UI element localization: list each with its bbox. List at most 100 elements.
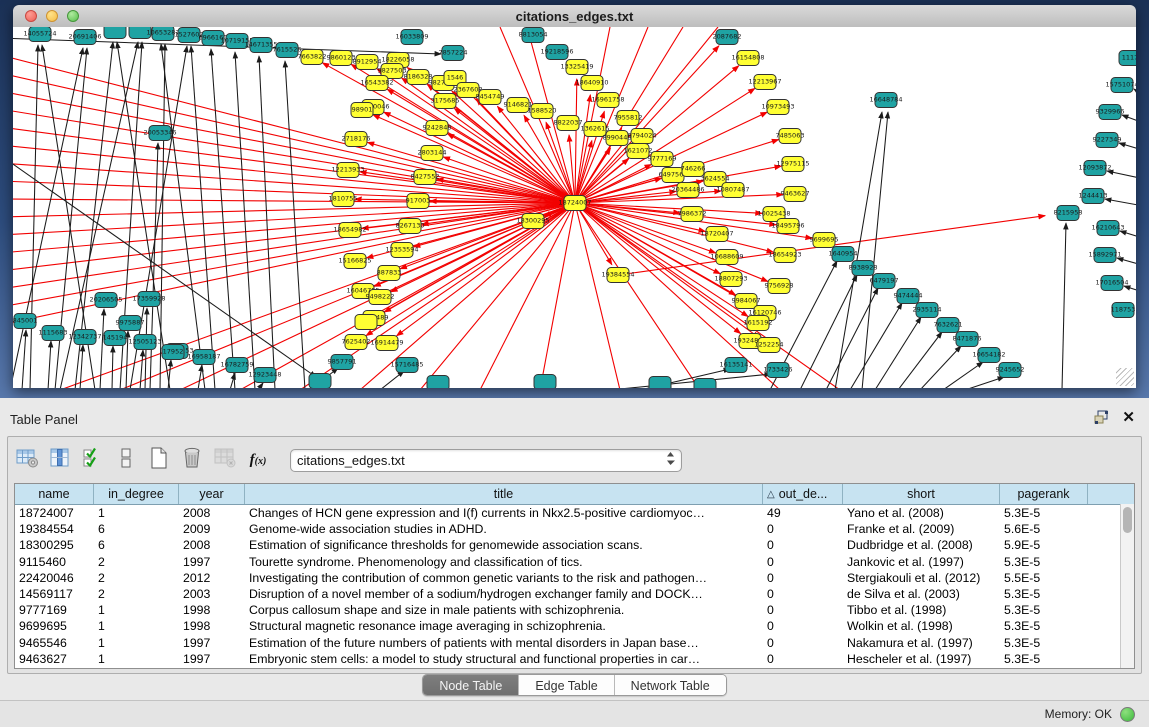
table-mode-button[interactable] [12, 445, 42, 475]
table-cell: 5.3E-5 [1000, 555, 1088, 569]
table-row[interactable]: 946362711997Embryonic stem cells: a mode… [15, 651, 1134, 667]
table-row[interactable]: 911546021997Tourette syndrome. Phenomeno… [15, 554, 1134, 570]
table-cell: Wolkin et al. (1998) [843, 619, 1000, 633]
network-node-label: 9827503 [378, 67, 407, 75]
column-header-in_degree[interactable]: in_degree [94, 484, 179, 504]
network-node-label: 1621072 [624, 147, 653, 155]
network-node-label: 6794024 [628, 132, 657, 140]
black-edge [258, 383, 263, 388]
black-edge [1105, 199, 1136, 207]
sort-ascending-icon: △ [767, 489, 775, 500]
memory-status-icon [1120, 707, 1135, 722]
table-cell: Yano et al. (2008) [843, 506, 1000, 520]
table-panel-body: f(x) citations_edges.txt namein_degreeye… [7, 436, 1142, 674]
network-node-label: 16154808 [731, 54, 764, 62]
network-node-label: 19218596 [540, 48, 573, 56]
network-node-label: 18226058 [381, 56, 414, 64]
table-cell: 5.3E-5 [1000, 636, 1088, 650]
delete-table-button[interactable] [210, 445, 240, 475]
network-node-label: 3624554 [701, 175, 730, 183]
table-cell: 22420046 [15, 571, 94, 585]
network-node[interactable] [104, 27, 126, 39]
float-panel-icon[interactable] [1094, 410, 1109, 429]
tab-node-table[interactable]: Node Table [423, 675, 519, 696]
black-edge [112, 346, 113, 388]
table-row[interactable]: 969969511998Structural magnetic resonanc… [15, 618, 1134, 634]
network-node[interactable] [534, 375, 556, 389]
table-cell: 0 [763, 652, 843, 666]
table-cell: 2008 [179, 506, 245, 520]
delete-columns-button[interactable] [177, 445, 207, 475]
network-node-label: 12213967 [748, 78, 781, 86]
network-window-title: citations_edges.txt [13, 9, 1136, 24]
network-node-label: 9975887 [116, 319, 145, 327]
table-row[interactable]: 946554611997Estimation of the future num… [15, 635, 1134, 651]
table-tabs: Node TableEdge TableNetwork Table [0, 674, 1149, 696]
table-row[interactable]: 1456911722003Disruption of a novel membe… [15, 586, 1134, 602]
table-scrollbar-thumb[interactable] [1123, 507, 1132, 533]
column-header-title[interactable]: title [245, 484, 763, 504]
table-cell: 2 [94, 587, 179, 601]
table-scrollbar[interactable] [1120, 504, 1134, 668]
column-header-year[interactable]: year [179, 484, 245, 504]
window-resize-grip[interactable] [1116, 368, 1134, 386]
network-node-label: 887833 [377, 269, 402, 277]
create-column-button[interactable] [144, 445, 174, 475]
network-node-label: 2803144 [418, 149, 447, 157]
table-selector-value: citations_edges.txt [297, 453, 666, 468]
cytoscape-desktop: citations_edges.txt 14055724206914061065… [0, 0, 1149, 398]
table-cell: 1997 [179, 555, 245, 569]
table-row[interactable]: 1872400712008Changes of HCN gene express… [15, 505, 1134, 521]
network-node-label: 17016504 [1095, 279, 1128, 287]
table-row[interactable]: 2242004622012Investigating the contribut… [15, 570, 1134, 586]
table-cell: 1 [94, 603, 179, 617]
column-header-out_de[interactable]: △out_de... [763, 484, 843, 504]
table-cell: 9699695 [15, 619, 94, 633]
black-edge [13, 155, 316, 377]
network-node-label: 20053346 [143, 129, 176, 137]
network-node-label: 10973493 [761, 103, 794, 111]
table-cell: Franke et al. (2009) [843, 522, 1000, 536]
table-cell: Jankovic et al. (1997) [843, 555, 1000, 569]
network-window-titlebar[interactable]: citations_edges.txt [13, 5, 1136, 28]
table-row[interactable]: 977716911998Corpus callosum shape and si… [15, 602, 1134, 618]
network-node-label: 9242848 [423, 124, 452, 132]
select-all-columns-button[interactable] [78, 445, 108, 475]
network-node-label: 7955812 [614, 114, 643, 122]
network-node-label: 8471876 [953, 335, 982, 343]
table-panel-header: Table Panel ✕ [0, 398, 1149, 432]
tab-network-table[interactable]: Network Table [615, 675, 726, 696]
network-canvas[interactable]: 1405572420691406106532871527602696616010… [13, 27, 1136, 388]
column-header-name[interactable]: name [15, 484, 94, 504]
column-header-short[interactable]: short [843, 484, 1000, 504]
network-node-label: 845001 [13, 317, 37, 325]
network-node-label: 16135141 [719, 361, 752, 369]
show-columns-button[interactable] [45, 445, 75, 475]
black-edge [235, 52, 255, 388]
close-panel-icon[interactable]: ✕ [1122, 408, 1135, 426]
network-node[interactable] [309, 374, 331, 389]
network-node-label: 10688609 [710, 253, 743, 261]
network-node[interactable] [427, 376, 449, 389]
table-cell: 0 [763, 522, 843, 536]
black-edge [1117, 258, 1136, 267]
tab-edge-table[interactable]: Edge Table [519, 675, 614, 696]
network-node[interactable] [694, 379, 716, 389]
table-selector-dropdown[interactable]: citations_edges.txt [290, 449, 682, 472]
table-cell: de Silva et al. (2003) [843, 587, 1000, 601]
table-row[interactable]: 1938455462009Genome-wide association stu… [15, 521, 1134, 537]
network-node[interactable] [355, 315, 377, 330]
unselect-all-columns-button[interactable] [111, 445, 141, 475]
function-builder-button[interactable]: f(x) [243, 445, 273, 475]
network-node-label: 12342737 [68, 333, 101, 341]
select-all-columns-icon [81, 446, 105, 475]
network-graph[interactable]: 1405572420691406106532871527602696616010… [13, 27, 1136, 388]
network-node-label: 10654182 [972, 351, 1005, 359]
table-cell: 0 [763, 571, 843, 585]
column-header-pagerank[interactable]: pagerank [1000, 484, 1088, 504]
network-node[interactable] [649, 377, 671, 389]
table-row[interactable]: 1830029562008Estimation of significance … [15, 537, 1134, 553]
network-node-label: 9756928 [765, 282, 794, 290]
delete-columns-icon [180, 446, 204, 475]
network-node-label: 8822037 [554, 119, 583, 127]
